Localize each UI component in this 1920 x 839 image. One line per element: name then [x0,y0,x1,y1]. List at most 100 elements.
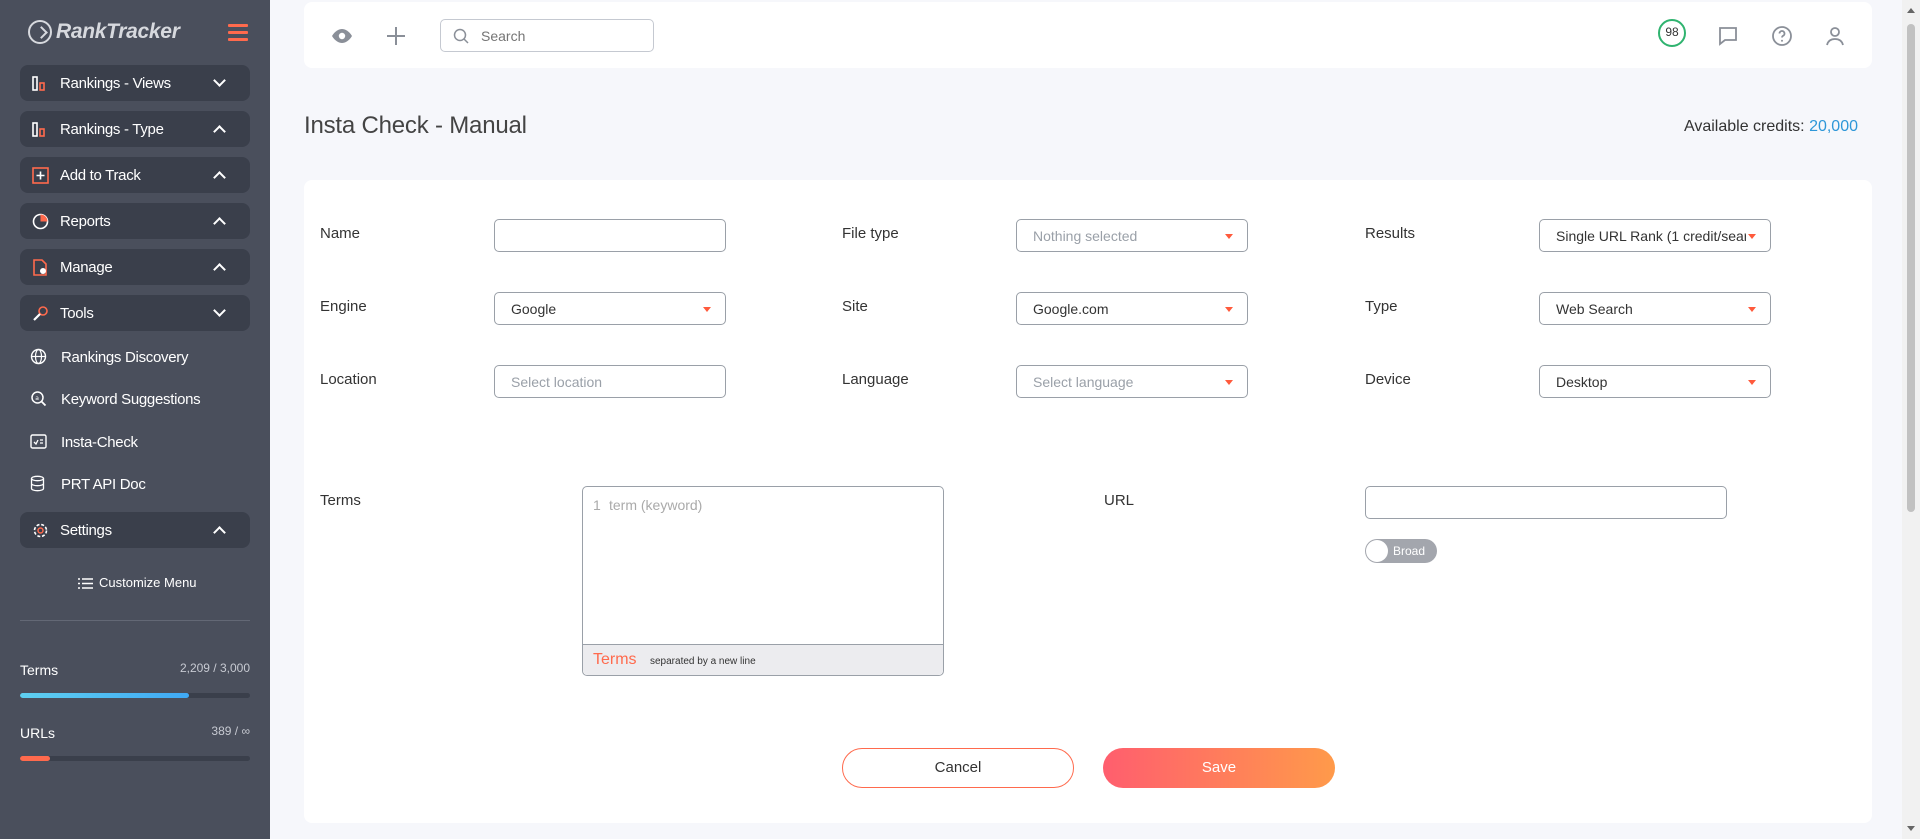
manage-doc-gear-icon [33,259,47,276]
chevron-up-icon [213,263,226,276]
nav-reports[interactable]: Reports [20,203,250,239]
results-value: Single URL Rank (1 credit/search) [1556,228,1746,244]
urls-usage-fill [20,756,50,761]
scroll-down-icon[interactable] [1907,826,1915,831]
terms-footer: Terms separated by a new line [583,644,943,675]
caret-down-icon [1748,307,1756,312]
type-select[interactable]: Web Search [1539,292,1771,325]
logo-mark-icon [28,20,52,44]
nav-label: Add to Track [60,167,141,184]
url-label: URL [1104,492,1135,509]
terms-usage-label: Terms [20,662,59,678]
nav-label: Rankings - Views [60,75,171,92]
nav-label: Settings [60,522,112,539]
caret-down-icon [1225,234,1233,239]
chat-icon[interactable] [1716,24,1740,48]
nav-label: Tools [60,305,94,322]
caret-down-icon [1748,234,1756,239]
nav-tools[interactable]: Tools [20,295,250,331]
language-label: Language [842,371,909,388]
credits-label: Available credits: [1683,118,1805,135]
chevron-up-icon [213,171,226,184]
credits-value[interactable]: 20,000 [1809,118,1858,135]
search-input[interactable] [481,28,641,44]
customize-menu-label: Customize Menu [99,575,197,590]
caret-down-icon [1225,380,1233,385]
plus-icon[interactable] [384,24,408,48]
svg-text:a: a [35,395,39,402]
site-select[interactable]: Google.com [1016,292,1248,325]
page-title: Insta Check - Manual [304,112,527,139]
sidebar-item-label: Keyword Suggestions [61,391,201,408]
terms-footer-hint: separated by a new line [650,656,756,667]
cancel-button[interactable]: Cancel [842,748,1074,788]
nav-rankings-views[interactable]: Rankings - Views [20,65,250,101]
language-select[interactable]: Select language [1016,365,1248,398]
caret-down-icon [1748,380,1756,385]
scroll-thumb[interactable] [1907,24,1915,512]
score-badge[interactable]: 98 [1658,19,1686,47]
save-button[interactable]: Save [1103,748,1335,788]
nav-rankings-type[interactable]: Rankings - Type [20,111,250,147]
toggle-knob [1366,540,1388,562]
urls-usage-bar [20,756,250,761]
terms-footer-title: Terms [593,651,637,668]
terms-line-number: 1 [593,497,601,513]
location-placeholder: Select location [511,374,603,390]
chevron-up-icon [213,125,226,138]
nav-label: Reports [60,213,111,230]
keyword-magnifier-icon: a [31,391,47,407]
logo[interactable]: RankTracker [28,18,250,48]
user-icon[interactable] [1823,24,1847,48]
insta-check-icon [30,434,47,449]
nav-settings[interactable]: Settings [20,512,250,548]
help-icon[interactable] [1770,24,1794,48]
chevron-up-icon [213,526,226,539]
terms-placeholder: term (keyword) [609,497,703,513]
file-type-select[interactable]: Nothing selected [1016,219,1248,252]
rankings-bars-icon [32,76,45,91]
results-select[interactable]: Single URL Rank (1 credit/search) [1539,219,1771,252]
name-label: Name [320,225,361,242]
broad-toggle[interactable]: Broad [1365,539,1437,563]
url-input[interactable] [1365,486,1727,519]
sidebar-divider [20,620,250,621]
rankings-bars-icon [32,122,45,137]
eye-icon[interactable] [330,24,354,48]
chevron-up-icon [213,217,226,230]
page-scrollbar[interactable] [1902,0,1920,839]
nav-label: Rankings - Type [60,121,164,138]
logo-text: RankTracker [56,20,180,43]
terms-usage-fill [20,693,190,698]
results-label: Results [1365,225,1416,242]
tools-wrench-icon [33,306,48,321]
file-type-label: File type [842,225,899,242]
terms-textarea[interactable]: 1 term (keyword) Terms separated by a ne… [582,486,944,676]
nav-manage[interactable]: Manage [20,249,250,285]
scroll-up-icon[interactable] [1907,8,1915,13]
location-label: Location [320,371,377,388]
type-value: Web Search [1556,301,1633,317]
location-field[interactable]: Select location [494,365,726,398]
search-icon [453,28,469,44]
language-placeholder: Select language [1033,374,1134,390]
site-value: Google.com [1033,301,1109,317]
broad-toggle-label: Broad [1393,544,1426,558]
available-credits: Available credits: 20,000 [1684,118,1858,136]
urls-usage-value: 389 / ∞ [211,724,250,738]
nav-label: Manage [60,259,113,276]
sidebar: RankTracker Rankings - Views Rankings - … [0,0,270,839]
engine-select[interactable]: Google [494,292,726,325]
file-type-value: Nothing selected [1033,228,1138,244]
terms-label: Terms [320,492,361,509]
urls-usage-label: URLs [20,725,56,741]
chevron-down-icon [213,304,226,317]
nav-add-to-track[interactable]: Add to Track [20,157,250,193]
plus-square-icon [32,167,49,184]
name-field[interactable] [494,219,726,252]
terms-usage-bar [20,693,250,698]
menu-toggle-icon[interactable] [228,24,248,41]
search-box[interactable] [440,19,654,52]
device-select[interactable]: Desktop [1539,365,1771,398]
device-value: Desktop [1556,374,1608,390]
